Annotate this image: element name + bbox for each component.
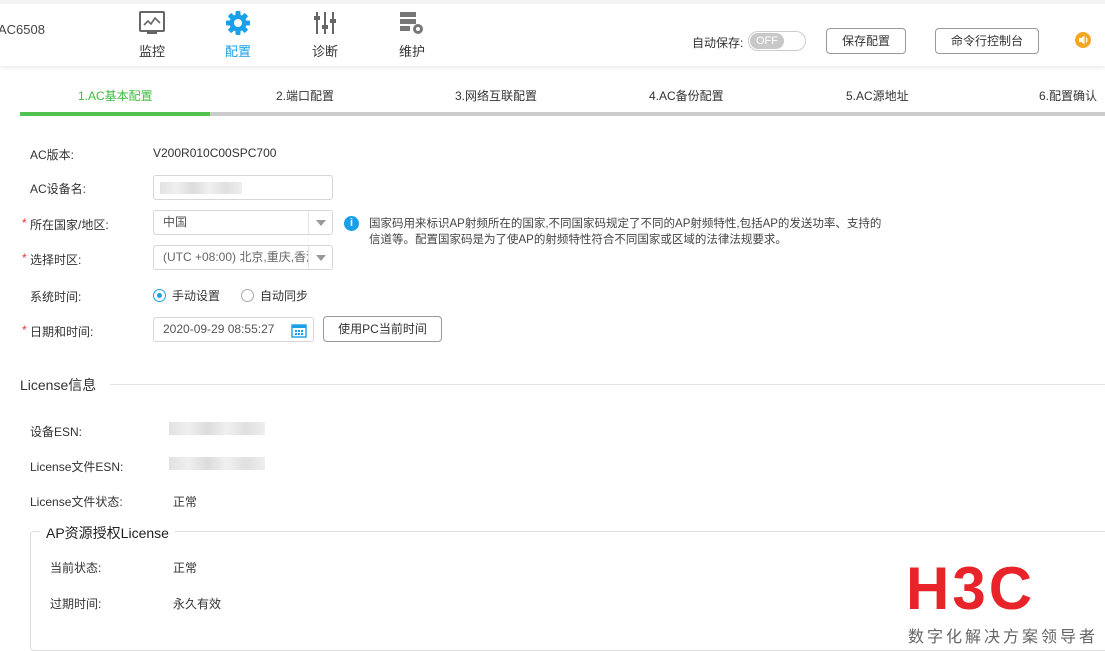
autosave-label: 自动保存: — [692, 36, 744, 50]
current-status-label: 当前状态: — [50, 561, 102, 575]
file-status-value: 正常 — [173, 495, 198, 509]
system-time-label: 系统时间: — [30, 290, 82, 304]
calendar-icon[interactable] — [291, 323, 307, 338]
autosave-toggle[interactable]: OFF — [748, 31, 806, 51]
expire-value: 永久有效 — [173, 597, 222, 611]
logo-slogan: 数字化解决方案领导者 — [908, 629, 1099, 646]
manual-time-radio[interactable]: 手动设置 — [153, 287, 220, 304]
step-network-config[interactable]: 3.网络互联配置 — [455, 87, 537, 104]
speaker-icon[interactable] — [1075, 32, 1091, 48]
step-confirm[interactable]: 6.配置确认 — [1039, 87, 1097, 104]
radio-dot — [241, 289, 254, 302]
datetime-value: 2020-09-29 08:55:27 — [163, 322, 275, 336]
h3c-watermark-logo: H3C 数字化解决方案领导者 — [882, 553, 1105, 647]
ap-license-title: AP资源授权License — [40, 523, 175, 543]
toggle-state: OFF — [750, 33, 784, 49]
nav-maintain[interactable]: 维护 — [382, 10, 442, 60]
step-backup-config[interactable]: 4.AC备份配置 — [649, 87, 724, 104]
device-name-input[interactable] — [153, 175, 333, 200]
step-port-config[interactable]: 2.端口配置 — [276, 87, 334, 104]
version-value: V200R010C00SPC700 — [153, 146, 277, 160]
nav-diagnose[interactable]: 诊断 — [295, 10, 355, 60]
timezone-label: * 选择时区: — [22, 251, 82, 267]
datetime-label: * 日期和时间: — [22, 323, 94, 339]
version-label: AC版本: — [30, 148, 75, 162]
current-status-value: 正常 — [173, 561, 198, 575]
country-select[interactable]: 中国 — [153, 210, 333, 235]
chevron-down-icon — [308, 211, 332, 234]
step-progress-fill — [20, 112, 210, 116]
file-status-label: License文件状态: — [30, 495, 123, 509]
step-progress-track — [20, 112, 1105, 116]
radio-dot — [153, 289, 166, 302]
top-header: AC6508 监控 配置 诊断 维护 自动保存: OFF 保存配置 命令行控制台 — [0, 0, 1105, 66]
datetime-input[interactable]: 2020-09-29 08:55:27 — [153, 317, 314, 342]
country-label: * 所在国家/地区: — [22, 216, 109, 232]
device-name: AC6508 — [0, 22, 45, 37]
step-basic-config[interactable]: 1.AC基本配置 — [78, 87, 153, 104]
expire-label: 过期时间: — [50, 597, 102, 611]
step-source-address[interactable]: 5.AC源地址 — [846, 87, 909, 104]
file-esn-label: License文件ESN: — [30, 460, 124, 474]
logo-mark: H3C — [906, 555, 1036, 622]
section-divider — [110, 384, 1105, 385]
save-config-button[interactable]: 保存配置 — [826, 28, 906, 54]
gear-icon — [226, 11, 250, 35]
use-pc-time-button[interactable]: 使用PC当前时间 — [323, 316, 442, 342]
device-name-label: AC设备名: — [30, 182, 87, 196]
chevron-down-icon — [308, 246, 332, 269]
nav-label: 维护 — [398, 44, 425, 59]
esn-redacted — [169, 422, 265, 435]
timezone-select[interactable]: (UTC +08:00) 北京,重庆,香港,乌鲁木齐 — [153, 245, 333, 270]
sliders-icon — [314, 12, 336, 34]
country-info-text: 国家码用来标识AP射频所在的国家,不同国家码规定了不同的AP射频特性,包括AP的… — [369, 218, 882, 246]
wizard-steps: 1.AC基本配置 2.端口配置 3.网络互联配置 4.AC备份配置 5.AC源地… — [20, 80, 1105, 120]
nav-label: 配置 — [224, 44, 251, 59]
nav-label: 监控 — [138, 44, 165, 59]
info-icon: i — [344, 216, 359, 231]
maintenance-icon — [400, 12, 423, 34]
esn-label: 设备ESN: — [30, 425, 83, 439]
nav-config[interactable]: 配置 — [208, 10, 268, 60]
file-esn-redacted — [169, 457, 265, 470]
monitor-icon — [139, 11, 165, 34]
nav-label: 诊断 — [311, 44, 338, 59]
country-value: 中国 — [163, 215, 188, 229]
cli-console-button[interactable]: 命令行控制台 — [935, 28, 1039, 54]
license-section-title: License信息 — [20, 377, 97, 393]
auto-sync-radio[interactable]: 自动同步 — [241, 287, 308, 304]
redacted-value — [160, 182, 242, 194]
nav-monitor[interactable]: 监控 — [122, 10, 182, 60]
